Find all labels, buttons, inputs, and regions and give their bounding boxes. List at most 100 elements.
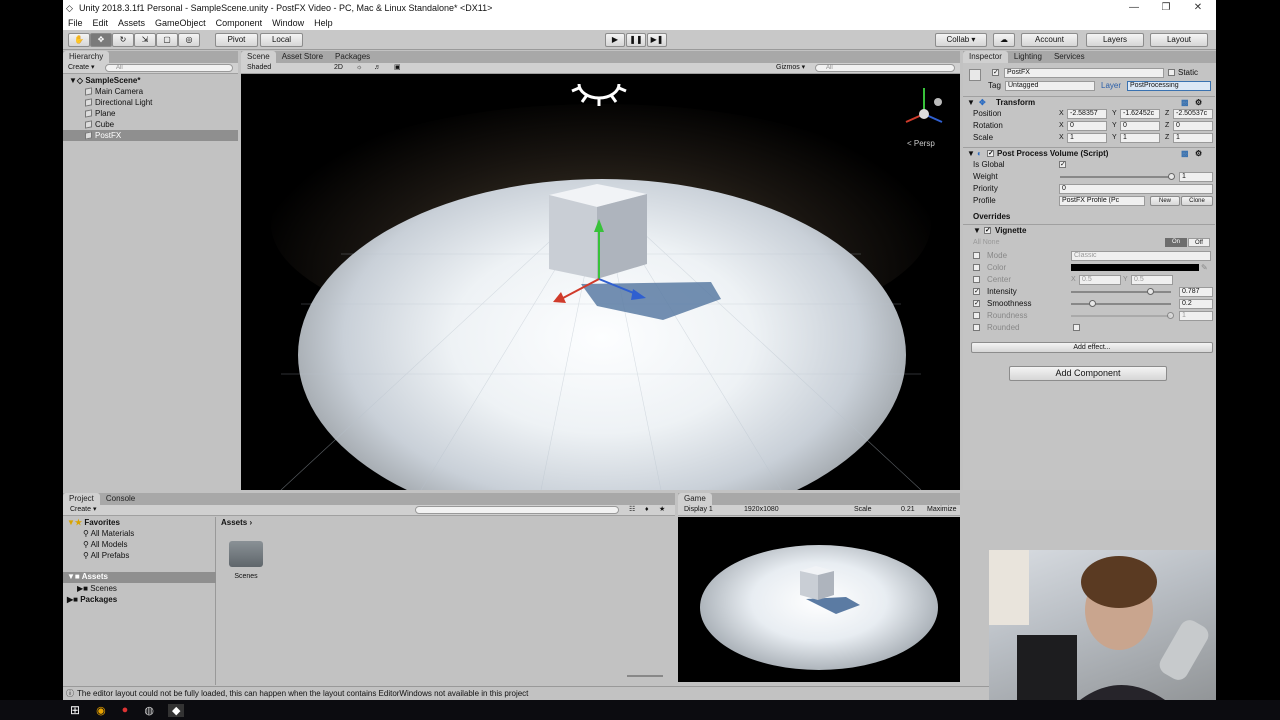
weight-slider-track[interactable] [1060,176,1172,178]
hand-tool-icon[interactable]: ✋ [68,33,90,47]
effects-toggle-icon[interactable]: ▣ [394,63,401,73]
eyedropper-icon[interactable]: ✎ [1201,262,1208,274]
favorite-item[interactable]: ⚲ All Prefabs [83,551,129,560]
weight-slider-knob[interactable] [1168,173,1175,180]
hierarchy-item-plane[interactable]: Plane [63,108,238,119]
mode-override-checkbox[interactable] [973,252,980,259]
layer-dropdown[interactable]: PostProcessing [1127,81,1211,91]
center-x-field[interactable]: 0.5 [1079,275,1121,285]
breadcrumb[interactable]: Assets › [221,518,252,527]
menu-edit[interactable]: Edit [88,16,114,30]
maximize-on-play-toggle[interactable]: Maximize [927,505,957,515]
perspective-label[interactable]: < Persp [907,139,935,148]
profile-clone-button[interactable]: Clone [1181,196,1213,206]
roundness-slider-knob[interactable] [1167,312,1174,319]
active-checkbox[interactable]: ✓ [992,69,999,76]
priority-field[interactable]: 0 [1059,184,1213,194]
rotation-y-field[interactable]: 0 [1120,121,1160,131]
static-label[interactable]: Static [1178,67,1198,79]
local-button[interactable]: Local [260,33,303,47]
vignette-header[interactable]: ▼ ✓ Vignette [963,224,1215,236]
scale-x-field[interactable]: 1 [1067,133,1107,143]
roundness-override-checkbox[interactable] [973,312,980,319]
icon-size-slider[interactable] [627,675,663,677]
tab-asset-store[interactable]: Asset Store [276,51,329,63]
smoothness-override-checkbox[interactable]: ✓ [973,300,980,307]
collab-button[interactable]: Collab ▾ [935,33,987,47]
resolution-dropdown[interactable]: 1920x1080 [744,505,779,515]
object-name-field[interactable]: PostFX [1004,68,1164,78]
rect-tool-icon[interactable]: ▢ [156,33,178,47]
filter-label-icon[interactable]: ♦ [645,505,649,515]
favorite-star-icon[interactable]: ★ [659,505,665,515]
hierarchy-item-main-camera[interactable]: Main Camera [63,86,238,97]
scale-z-field[interactable]: 1 [1173,133,1213,143]
audio-toggle-icon[interactable]: ♬ [374,63,381,73]
intensity-field[interactable]: 0.787 [1179,287,1213,297]
tab-packages[interactable]: Packages [329,51,376,63]
hierarchy-item-directional-light[interactable]: Directional Light [63,97,238,108]
transform-header[interactable]: ▼ ✥ Transform ▩ ⚙ [963,96,1215,108]
intensity-slider-track[interactable] [1071,291,1171,293]
pause-button[interactable]: ❚❚ [626,33,646,47]
rounded-checkbox[interactable] [1073,324,1080,331]
shading-mode-dropdown[interactable]: Shaded [247,63,271,73]
color-override-checkbox[interactable] [973,264,980,271]
position-y-field[interactable]: -1.62452с [1120,109,1160,119]
vignette-on-button[interactable]: On [1165,238,1187,247]
tab-scene[interactable]: Scene [241,51,276,63]
unity-hub-icon[interactable]: ◍ [144,704,154,717]
rotation-x-field[interactable]: 0 [1067,121,1107,131]
scenes-folder-row[interactable]: ▶■ Scenes [77,584,117,593]
tab-lighting[interactable]: Lighting [1008,51,1048,63]
chrome-icon[interactable]: ◉ [96,704,106,717]
pivot-button[interactable]: Pivot [215,33,258,47]
weight-field[interactable]: 1 [1179,172,1213,182]
tab-project[interactable]: Project [63,493,100,505]
rounded-override-checkbox[interactable] [973,324,980,331]
intensity-override-checkbox[interactable]: ✓ [973,288,980,295]
hierarchy-item-cube[interactable]: Cube [63,119,238,130]
add-component-button[interactable]: Add Component [1009,366,1167,381]
project-create-button[interactable]: Create ▾ [70,505,96,515]
rotation-z-field[interactable]: 0 [1173,121,1213,131]
menu-help[interactable]: Help [309,16,338,30]
ppv-header[interactable]: ▼ ◐ ✓ Post Process Volume (Script) ▩ ⚙ [963,147,1215,159]
gizmos-dropdown[interactable]: Gizmos ▾ [776,63,805,73]
hierarchy-create-button[interactable]: Create ▾ [68,63,94,73]
intensity-slider-knob[interactable] [1147,288,1154,295]
position-z-field[interactable]: -2.50537с [1173,109,1213,119]
center-y-field[interactable]: 0.5 [1131,275,1173,285]
2d-toggle[interactable]: 2D [334,63,343,73]
layers-dropdown[interactable]: Layers [1086,33,1144,47]
layout-dropdown[interactable]: Layout [1150,33,1208,47]
packages-row[interactable]: ▶■ Packages [67,595,117,604]
all-none-toggle[interactable]: All None [973,237,999,249]
tab-inspector[interactable]: Inspector [963,51,1008,63]
vignette-enabled-checkbox[interactable]: ✓ [984,227,991,234]
position-x-field[interactable]: -2.58357 [1067,109,1107,119]
display-dropdown[interactable]: Display 1 [684,505,713,515]
unity-editor-icon[interactable]: ◆ [167,703,185,717]
profile-object-field[interactable]: PostFX Profile (Pc [1059,196,1145,206]
menu-assets[interactable]: Assets [113,16,150,30]
vignette-off-button[interactable]: Off [1188,238,1210,247]
maximize-button[interactable]: ❐ [1151,0,1181,16]
add-effect-button[interactable]: Add effect... [971,342,1213,353]
menu-component[interactable]: Component [211,16,268,30]
recorder-icon[interactable]: ● [122,704,129,716]
close-button[interactable]: ✕ [1183,0,1213,16]
center-override-checkbox[interactable] [973,276,980,283]
transform-tool-icon[interactable]: ◎ [178,33,200,47]
lighting-toggle-icon[interactable]: ☼ [356,63,362,73]
scale-tool-icon[interactable]: ⇲ [134,33,156,47]
tab-game[interactable]: Game [678,493,712,505]
scene-viewport[interactable]: < Persp [241,74,960,490]
tag-dropdown[interactable]: Untagged [1005,81,1095,91]
smoothness-field[interactable]: 0.2 [1179,299,1213,309]
ppv-enabled-checkbox[interactable]: ✓ [987,150,994,157]
scale-y-field[interactable]: 1 [1120,133,1160,143]
menu-file[interactable]: File [63,16,88,30]
windows-start-icon[interactable]: ⊞ [70,703,80,717]
is-global-checkbox[interactable]: ✓ [1059,161,1066,168]
